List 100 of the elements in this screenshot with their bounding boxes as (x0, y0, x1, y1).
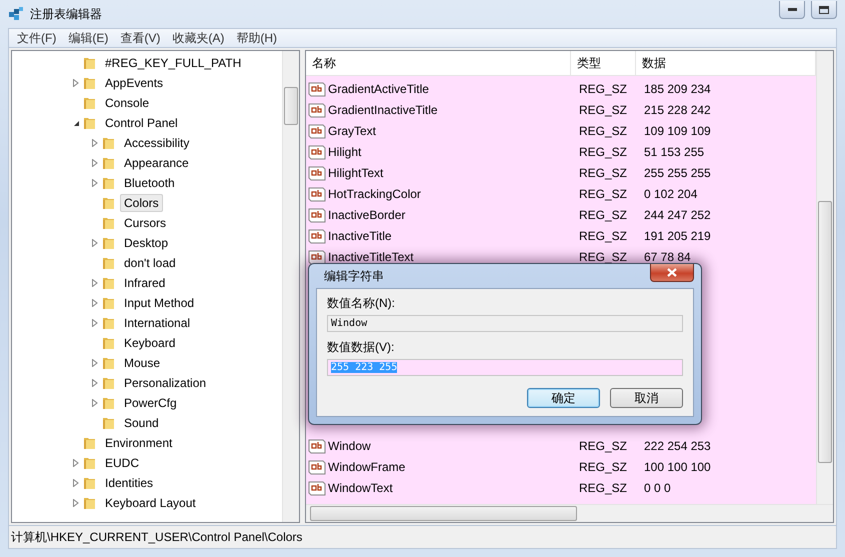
value-name-cell: Hilight (306, 144, 571, 160)
value-name-cell: HotTrackingColor (306, 186, 571, 202)
expand-arrow-icon[interactable] (92, 399, 98, 407)
string-value-icon (308, 80, 326, 96)
expand-arrow-icon[interactable] (73, 479, 79, 487)
string-value-icon (308, 164, 326, 180)
dialog-button[interactable]: 确定 (527, 388, 600, 408)
string-value-icon (308, 102, 326, 118)
data-cell-text: 100 100 100 (643, 460, 712, 474)
menu-item[interactable]: 文件(F) (11, 30, 62, 46)
vertical-scrollbar[interactable] (816, 51, 833, 504)
value-name-cell: WindowText (306, 480, 571, 496)
tree-item[interactable]: Desktop (120, 234, 172, 252)
type-cell-text: REG_SZ (578, 186, 628, 200)
menu-item[interactable]: 查看(V) (114, 30, 166, 46)
dialog-button[interactable]: 取消 (610, 388, 683, 408)
tree-item[interactable]: don't load (120, 254, 180, 272)
expand-arrow-icon[interactable] (73, 499, 79, 507)
folder-icon (82, 475, 98, 491)
tree-item[interactable]: Accessibility (120, 134, 194, 152)
tree-item[interactable]: Bluetooth (120, 174, 179, 192)
tree-item[interactable]: Infrared (120, 274, 170, 292)
expand-arrow-icon[interactable] (92, 279, 98, 287)
value-name-cell: InactiveBorder (306, 206, 571, 222)
menu-item[interactable]: 帮助(H) (230, 30, 283, 46)
minimize-button[interactable] (779, 1, 805, 19)
tree-item[interactable]: Keyboard Layout (101, 494, 200, 512)
type-cell-text: REG_SZ (578, 228, 628, 242)
maximize-button[interactable] (811, 1, 837, 19)
value-name-cell: GradientActiveTitle (306, 80, 571, 96)
expand-arrow-icon[interactable] (92, 319, 98, 327)
horizontal-scrollbar[interactable] (306, 504, 833, 522)
value-name-cell: GradientInactiveTitle (306, 102, 571, 118)
value-name-field[interactable]: Window (327, 315, 683, 332)
folder-icon (101, 355, 117, 371)
folder-icon (101, 215, 117, 231)
folder-icon (101, 235, 117, 251)
type-cell-text: REG_SZ (578, 124, 628, 138)
data-cell-text: 191 205 219 (643, 228, 712, 242)
tree-item[interactable]: Appearance (120, 154, 193, 172)
type-cell-text: REG_SZ (578, 480, 628, 494)
collapse-arrow-icon[interactable] (72, 120, 80, 126)
string-value-icon (308, 248, 326, 264)
close-button[interactable] (650, 264, 694, 282)
expand-arrow-icon[interactable] (92, 159, 98, 167)
data-cell-text: 255 255 255 (643, 166, 712, 180)
tree-item[interactable]: International (120, 314, 194, 332)
expand-arrow-icon[interactable] (92, 379, 98, 387)
expand-arrow-icon[interactable] (92, 139, 98, 147)
type-cell-text: REG_SZ (578, 460, 628, 474)
menu-item[interactable]: 编辑(E) (62, 30, 114, 46)
string-value-icon (308, 458, 326, 474)
tree-item[interactable]: Mouse (120, 354, 164, 372)
expand-arrow-icon[interactable] (92, 359, 98, 367)
column-header[interactable]: 类型 (571, 51, 636, 75)
folder-icon (101, 415, 117, 431)
value-name-cell: WindowFrame (306, 458, 571, 474)
tree-item[interactable]: AppEvents (101, 74, 168, 92)
type-cell-text: REG_SZ (578, 166, 628, 180)
expand-arrow-icon[interactable] (73, 79, 79, 87)
type-cell-text: REG_SZ (578, 250, 628, 264)
tree-item[interactable]: Cursors (120, 214, 170, 232)
menu-item[interactable]: 收藏夹(A) (166, 30, 230, 46)
maximize-icon (819, 6, 829, 14)
tree-item[interactable]: EUDC (101, 454, 144, 472)
value-name-cell: InactiveTitleText (306, 248, 571, 264)
folder-icon (101, 335, 117, 351)
folder-icon (82, 55, 98, 71)
tree-item[interactable]: Environment (101, 434, 176, 452)
expand-arrow-icon[interactable] (92, 179, 98, 187)
expand-arrow-icon[interactable] (73, 459, 79, 467)
tree-item[interactable]: Colors (120, 194, 163, 212)
tree-item[interactable]: Console (101, 94, 154, 112)
column-header[interactable]: 名称 (306, 51, 571, 75)
folder-icon (82, 435, 98, 451)
tree-item[interactable]: Control Panel (101, 114, 182, 132)
minimize-icon (788, 8, 796, 11)
expand-arrow-icon[interactable] (92, 239, 98, 247)
close-icon (667, 268, 677, 277)
tree-item[interactable]: Sound (120, 414, 163, 432)
tree-item[interactable]: PowerCfg (120, 394, 181, 412)
data-cell-text: 109 109 109 (643, 124, 712, 138)
folder-icon (101, 395, 117, 411)
folder-icon (82, 495, 98, 511)
folder-icon (82, 115, 98, 131)
tree-item[interactable]: Identities (101, 474, 158, 492)
string-value-icon (308, 206, 326, 222)
tree-item[interactable]: Keyboard (120, 334, 180, 352)
string-value-icon (308, 228, 326, 244)
string-value-icon (308, 144, 326, 160)
folder-icon (101, 315, 117, 331)
tree-item[interactable]: Personalization (120, 374, 210, 392)
value-name-cell: InactiveTitle (306, 228, 571, 244)
tree-item[interactable]: Input Method (120, 294, 198, 312)
expand-arrow-icon[interactable] (92, 299, 98, 307)
string-value-icon (308, 186, 326, 202)
tree-item[interactable]: #REG_KEY_FULL_PATH (101, 54, 246, 72)
data-cell-text: 222 254 253 (643, 438, 712, 452)
vertical-scrollbar[interactable] (282, 51, 299, 522)
folder-icon (101, 175, 117, 191)
